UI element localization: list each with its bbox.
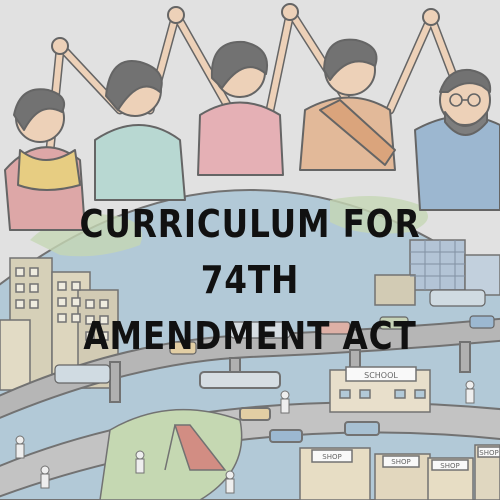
poster: SCHOOL SHOP SHOP SHOP SHOP CURRICULUM FO… — [0, 0, 500, 500]
title-line-1: CURRICULUM FOR 74TH — [79, 202, 421, 302]
poster-title: CURRICULUM FOR 74TH AMENDMENT ACT — [35, 196, 465, 364]
title-line-2: AMENDMENT ACT — [83, 314, 417, 358]
